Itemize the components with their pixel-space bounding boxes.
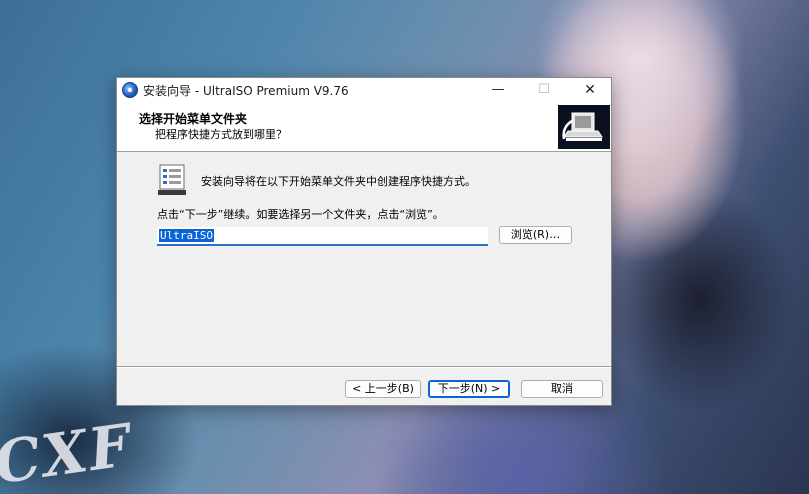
next-button[interactable]: 下一步(N) > (428, 380, 510, 398)
installer-window: 安装向导 - UltraISO Premium V9.76 — ☐ ✕ 选择开始… (116, 77, 612, 406)
back-button[interactable]: < 上一步(B) (345, 380, 421, 398)
start-menu-folder-icon (157, 164, 187, 196)
title-bar[interactable]: 安装向导 - UltraISO Premium V9.76 — ☐ ✕ (117, 78, 611, 102)
window-title: 安装向导 - UltraISO Premium V9.76 (143, 84, 349, 98)
page-subtitle: 把程序快捷方式放到哪里？ (155, 128, 287, 141)
installer-computer-icon (558, 105, 610, 149)
close-button[interactable]: ✕ (567, 78, 613, 102)
continue-hint: 点击“下一步”继续。如要选择另一个文件夹，点击“浏览”。 (157, 208, 444, 221)
browse-button[interactable]: 浏览(R)… (499, 226, 572, 244)
start-menu-folder-input[interactable]: UltraISO (157, 227, 488, 246)
page-title: 选择开始菜单文件夹 (139, 112, 248, 126)
footer-separator (117, 366, 611, 368)
ultraiso-disc-icon (122, 82, 138, 98)
maximize-button[interactable]: ☐ (521, 78, 567, 102)
wallpaper-decor-text: CXF (0, 410, 137, 494)
intro-text: 安装向导将在以下开始菜单文件夹中创建程序快捷方式。 (201, 175, 476, 188)
minimize-button[interactable]: — (475, 78, 521, 102)
wizard-header: 选择开始菜单文件夹 把程序快捷方式放到哪里？ (117, 102, 611, 152)
folder-input-value: UltraISO (159, 229, 214, 242)
cancel-button[interactable]: 取消 (521, 380, 603, 398)
